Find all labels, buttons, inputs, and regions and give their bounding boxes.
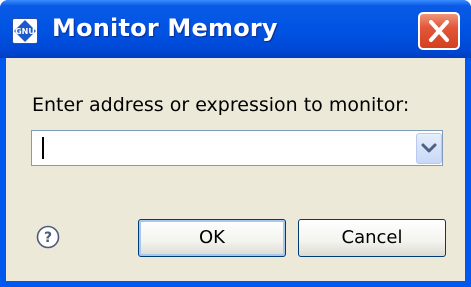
window-title: Monitor Memory xyxy=(52,14,278,42)
expression-dropdown-button[interactable] xyxy=(416,133,442,164)
svg-text:GNU: GNU xyxy=(15,27,35,36)
title-bar[interactable]: GNU Monitor Memory xyxy=(0,0,471,58)
cancel-button[interactable]: Cancel xyxy=(298,219,446,257)
expression-combobox[interactable] xyxy=(31,130,443,166)
ok-button[interactable]: OK xyxy=(138,219,286,257)
text-caret xyxy=(42,137,44,159)
monitor-memory-dialog: GNU Monitor Memory Enter address or expr… xyxy=(0,0,471,287)
expression-prompt-label: Enter address or expression to monitor: xyxy=(32,94,410,116)
close-button[interactable] xyxy=(418,12,460,50)
close-icon xyxy=(429,20,449,42)
svg-text:?: ? xyxy=(44,230,52,246)
help-icon[interactable]: ? xyxy=(36,225,60,249)
chevron-down-icon xyxy=(421,143,437,153)
gnu-icon: GNU xyxy=(12,18,38,44)
expression-input[interactable] xyxy=(32,131,410,165)
